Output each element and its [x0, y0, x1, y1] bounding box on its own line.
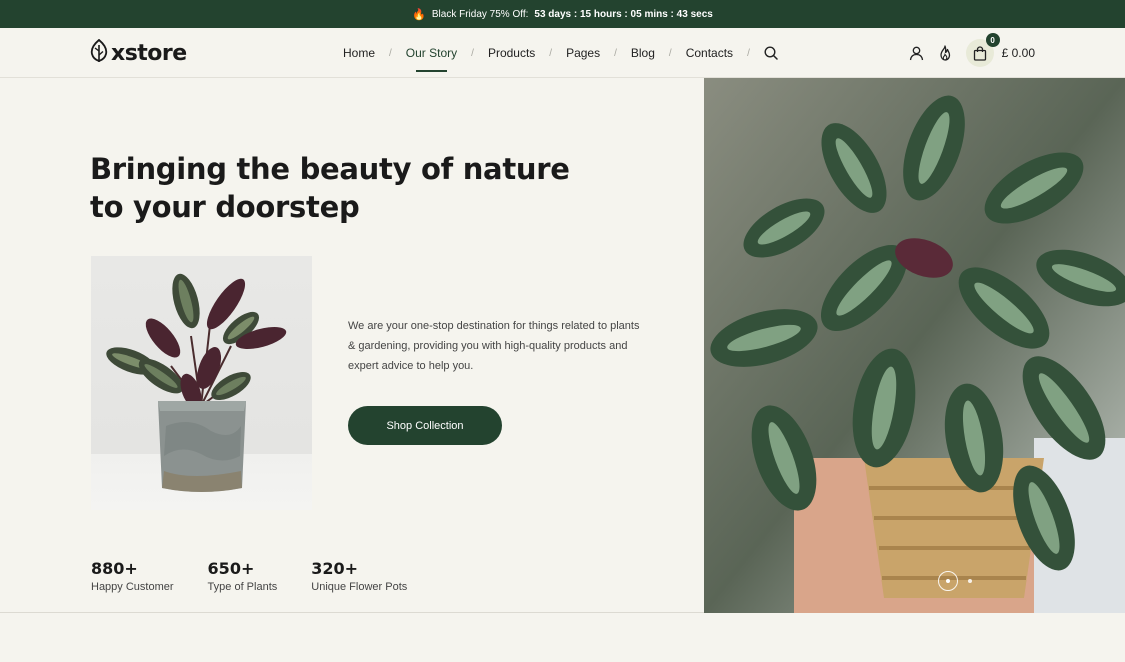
hero-title: Bringing the beauty of nature to your do…: [90, 150, 650, 226]
hero-title-line1: Bringing the beauty of nature: [90, 152, 570, 186]
stat-value: 880+: [91, 559, 138, 578]
stat-value: 650+: [207, 559, 255, 578]
nav-separator: /: [614, 47, 617, 59]
header-actions: 0 £ 0.00: [909, 28, 1035, 78]
stat-label: Happy Customer: [91, 581, 174, 593]
slider-dot[interactable]: [968, 579, 972, 583]
search-icon[interactable]: [764, 46, 778, 60]
slider-pagination: [938, 571, 972, 591]
slider-dot-active[interactable]: [938, 571, 958, 591]
user-icon[interactable]: [909, 46, 924, 61]
cart-count-badge: 0: [985, 33, 1000, 47]
stat-value: 320+: [311, 559, 359, 578]
stat-item: 880+ Happy Customer: [91, 558, 174, 593]
leaf-icon: [90, 38, 108, 68]
stat-label: Unique Flower Pots: [311, 581, 408, 593]
hero-description: We are your one-stop destination for thi…: [348, 320, 640, 372]
stat-label: Type of Plants: [207, 581, 278, 593]
shopping-bag-icon: 0: [965, 33, 1000, 67]
stat-item: 650+ Type of Plants: [208, 558, 278, 593]
fire-icon: 🔥: [412, 8, 426, 21]
nav-contacts[interactable]: Contacts: [686, 28, 733, 78]
shop-collection-button[interactable]: Shop Collection: [348, 406, 502, 445]
announcement-bar: 🔥 Black Friday 75% Off: 53 days : 15 hou…: [0, 0, 1125, 28]
section-divider: [0, 612, 704, 613]
nav-separator: /: [668, 47, 672, 59]
nav-home[interactable]: Home: [343, 28, 375, 78]
nav-blog[interactable]: Blog: [631, 28, 655, 78]
stats-row: 880+ Happy Customer 650+ Type of Plants …: [91, 558, 441, 593]
nav-products[interactable]: Products: [488, 28, 535, 78]
nav-separator: /: [471, 47, 474, 59]
logo-text: xstore: [111, 41, 187, 66]
main-nav: Home / Our Story / Products / Pages / Bl…: [343, 28, 778, 78]
countdown-timer: 53 days : 15 hours : 05 mins : 43 secs: [534, 8, 713, 20]
hero-title-line2: to your doorstep: [90, 190, 360, 224]
stat-item: 320+ Unique Flower Pots: [311, 558, 407, 593]
nav-separator: /: [549, 47, 553, 59]
logo[interactable]: xstore: [90, 38, 187, 68]
nav-pages[interactable]: Pages: [566, 28, 600, 78]
site-header: xstore Home / Our Story / Products / Pag…: [0, 28, 1125, 78]
nav-separator: /: [747, 47, 750, 59]
hero-plant-photo: [704, 78, 1125, 613]
cart-button[interactable]: 0 £ 0.00: [965, 33, 1035, 67]
nav-our-story[interactable]: Our Story: [406, 28, 457, 78]
announcement-text: Black Friday 75% Off:: [431, 8, 529, 20]
nav-separator: /: [389, 47, 392, 59]
fire-icon[interactable]: [938, 45, 952, 61]
cart-total: £ 0.00: [1001, 46, 1035, 60]
featured-plant-image: [91, 256, 312, 510]
